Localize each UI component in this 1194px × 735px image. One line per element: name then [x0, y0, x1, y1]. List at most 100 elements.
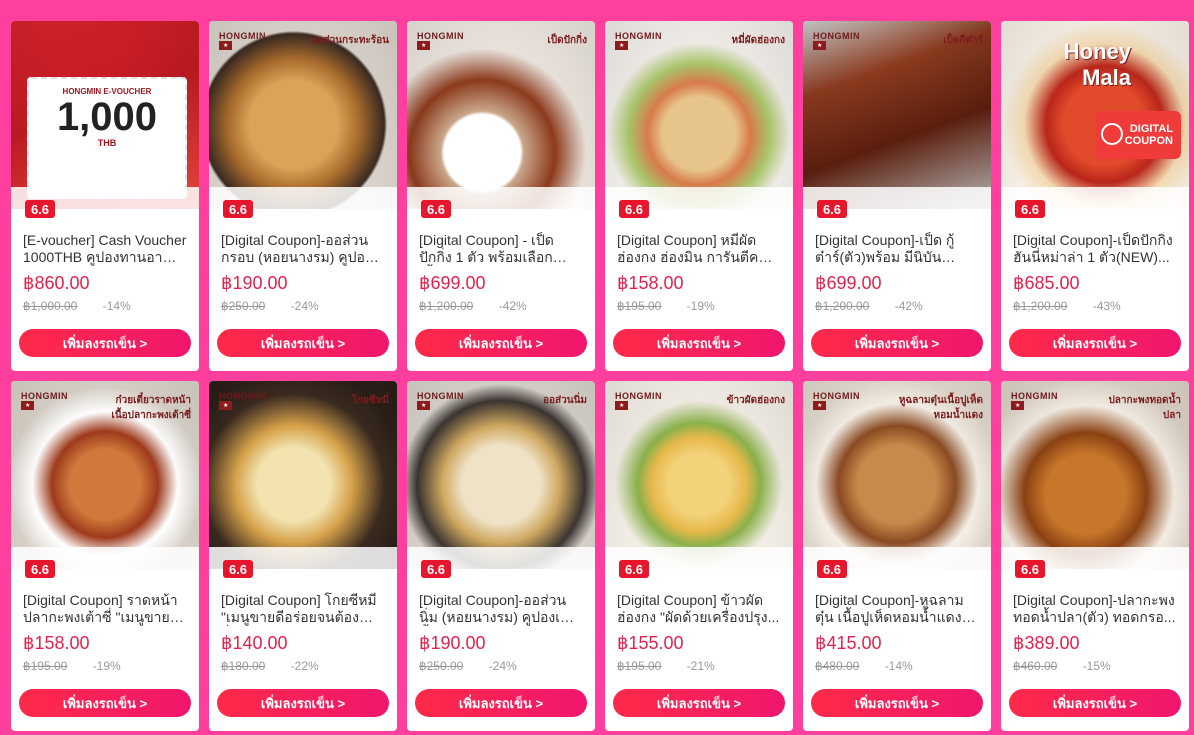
product-price: ฿190.00 [419, 633, 486, 653]
original-price-row: ฿250.00 -24% [221, 298, 385, 314]
image-caption: ออส่วนกระทะร้อน [311, 35, 389, 46]
product-price: ฿685.00 [1013, 273, 1080, 293]
product-price: ฿158.00 [617, 273, 684, 293]
add-to-cart-button[interactable]: เพิ่มลงรถเข็น > [1009, 689, 1181, 717]
product-title[interactable]: [Digital Coupon]-หูฉลามตุ๋น เนื้อปูเห็ดห… [815, 592, 979, 626]
product-card[interactable]: HONGMIN ★ หูฉลามตุ๋นเนื้อปูเห็ดหอมน้ำแดง… [803, 381, 991, 731]
product-image[interactable]: Honey Mala DIGITAL COUPON [1001, 21, 1189, 209]
product-card[interactable]: HONGMIN ★ หมี่ผัดฮ่องกง 6.6 [Digital Cou… [605, 21, 793, 371]
product-image[interactable]: HONGMIN ★ โกยซีหมี่ [209, 381, 397, 569]
product-image[interactable]: HONGMIN E-VOUCHER 1,000 THB [11, 21, 199, 209]
product-card[interactable]: HONGMIN ★ ออส่วนนิ่ม 6.6 [Digital Coupon… [407, 381, 595, 731]
discount-percent: -14% [102, 299, 131, 313]
product-card[interactable]: HONGMIN ★ ออส่วนกระทะร้อน 6.6 [Digital C… [209, 21, 397, 371]
product-image[interactable]: HONGMIN ★ ก๋วยเตี๋ยวราดหน้าเนื้อปลากะพงเ… [11, 381, 199, 569]
promo-badge: 6.6 [223, 200, 253, 218]
discount-percent: -42% [894, 299, 923, 313]
add-to-cart-button[interactable]: เพิ่มลงรถเข็น > [613, 329, 785, 357]
product-card[interactable]: Honey Mala DIGITAL COUPON 6.6 [Digital C… [1001, 21, 1189, 371]
original-price-row: ฿1,200.00 -43% [1013, 298, 1177, 314]
original-price: ฿250.00 [419, 659, 464, 673]
product-title[interactable]: [Digital Coupon] ข้าวผัด ฮ่องกง "ผัดด้วย… [617, 592, 781, 626]
add-to-cart-button[interactable]: เพิ่มลงรถเข็น > [613, 689, 785, 717]
image-caption: ปลากะพงทอดน้ำปลา [1108, 395, 1181, 421]
image-caption: หูฉลามตุ๋นเนื้อปูเห็ดหอมน้ำแดง [898, 395, 983, 421]
original-price-row: ฿1,200.00 -42% [419, 298, 583, 314]
image-caption: โกยซีหมี่ [351, 395, 389, 406]
image-brand: HONGMIN [615, 391, 662, 401]
product-price: ฿699.00 [815, 273, 882, 293]
product-image[interactable]: HONGMIN ★ เป็ดปักกิ่ง [407, 21, 595, 209]
discount-percent: -19% [686, 299, 715, 313]
discount-percent: -42% [498, 299, 527, 313]
product-title[interactable]: [Digital Coupon] ราดหน้า ปลากะพงเต้าซี่ … [23, 592, 187, 626]
product-card[interactable]: HONGMIN ★ ข้าวผัดฮ่องกง 6.6 [Digital Cou… [605, 381, 793, 731]
add-to-cart-button[interactable]: เพิ่มลงรถเข็น > [811, 329, 983, 357]
product-price: ฿190.00 [221, 273, 288, 293]
original-price: ฿1,200.00 [419, 299, 474, 313]
add-to-cart-button[interactable]: เพิ่มลงรถเข็น > [19, 329, 191, 357]
original-price: ฿180.00 [221, 659, 266, 673]
discount-percent: -24% [488, 659, 517, 673]
image-brand: HONGMIN [417, 31, 464, 41]
dc-line1: DIGITAL [1129, 123, 1173, 135]
original-price-row: ฿195.00 -21% [617, 658, 781, 674]
product-image[interactable]: HONGMIN ★ ปลากะพงทอดน้ำปลา [1001, 381, 1189, 569]
product-price: ฿389.00 [1013, 633, 1080, 653]
product-card[interactable]: HONGMIN ★ เป็ดกีต๋าร์ 6.6 [Digital Coupo… [803, 21, 991, 371]
image-brand: HONGMIN [417, 391, 464, 401]
add-to-cart-button[interactable]: เพิ่มลงรถเข็น > [217, 689, 389, 717]
product-image[interactable]: HONGMIN ★ ออส่วนนิ่ม [407, 381, 595, 569]
product-card[interactable]: HONGMIN ★ ปลากะพงทอดน้ำปลา 6.6 [Digital … [1001, 381, 1189, 731]
add-to-cart-button[interactable]: เพิ่มลงรถเข็น > [217, 329, 389, 357]
add-to-cart-button[interactable]: เพิ่มลงรถเข็น > [1009, 329, 1181, 357]
voucher-unit: THB [97, 138, 117, 148]
discount-percent: -24% [290, 299, 319, 313]
promo-badge: 6.6 [619, 200, 649, 218]
product-title[interactable]: [Digital Coupon]-ออส่วนนิ่ม (หอยนางรม) ค… [419, 592, 583, 626]
product-title[interactable]: [Digital Coupon]-เป็ดปักกิ่ง ฮันนี่หม่าล… [1013, 232, 1177, 266]
product-card[interactable]: HONGMIN E-VOUCHER 1,000 THB 6.6 [E-vouch… [11, 21, 199, 371]
promo-badge: 6.6 [817, 560, 847, 578]
product-image[interactable]: HONGMIN ★ เป็ดกีต๋าร์ [803, 21, 991, 209]
product-title[interactable]: [Digital Coupon] - เป็ด ปักกิ่ง 1 ตัว พร… [419, 232, 583, 266]
product-price: ฿158.00 [23, 633, 90, 653]
product-title[interactable]: [Digital Coupon]-ออส่วน กรอบ (หอยนางรม) … [221, 232, 385, 266]
product-price: ฿699.00 [419, 273, 486, 293]
product-card[interactable]: HONGMIN ★ โกยซีหมี่ 6.6 [Digital Coupon]… [209, 381, 397, 731]
product-card[interactable]: HONGMIN ★ ก๋วยเตี๋ยวราดหน้าเนื้อปลากะพงเ… [11, 381, 199, 731]
promo-badge: 6.6 [1015, 560, 1045, 578]
product-price: ฿155.00 [617, 633, 684, 653]
add-to-cart-button[interactable]: เพิ่มลงรถเข็น > [811, 689, 983, 717]
product-card[interactable]: HONGMIN ★ เป็ดปักกิ่ง 6.6 [Digital Coupo… [407, 21, 595, 371]
promo-badge: 6.6 [619, 560, 649, 578]
original-price-row: ฿195.00 -19% [617, 298, 781, 314]
product-title[interactable]: [Digital Coupon] หมี่ผัด ฮ่องกง ฮ่องมิน … [617, 232, 781, 266]
product-title[interactable]: [E-voucher] Cash Voucher 1000THB คูปองทา… [23, 232, 187, 266]
promo-badge: 6.6 [1015, 200, 1045, 218]
add-to-cart-button[interactable]: เพิ่มลงรถเข็น > [415, 689, 587, 717]
recommended-tag: ★ [615, 41, 629, 50]
image-brand: HONGMIN [813, 31, 860, 41]
product-price: ฿860.00 [23, 273, 90, 293]
original-price-row: ฿460.00 -15% [1013, 658, 1177, 674]
promo-badge: 6.6 [25, 200, 55, 218]
add-to-cart-button[interactable]: เพิ่มลงรถเข็น > [415, 329, 587, 357]
recommended-tag: ★ [813, 41, 827, 50]
product-image[interactable]: HONGMIN ★ ข้าวผัดฮ่องกง [605, 381, 793, 569]
add-to-cart-button[interactable]: เพิ่มลงรถเข็น > [19, 689, 191, 717]
product-grid: HONGMIN E-VOUCHER 1,000 THB 6.6 [E-vouch… [11, 21, 1189, 731]
discount-percent: -14% [884, 659, 913, 673]
original-price: ฿195.00 [617, 299, 662, 313]
product-title[interactable]: [Digital Coupon]-ปลากะพง ทอดน้ำปลา(ตัว) … [1013, 592, 1177, 626]
image-caption: Honey Mala [1063, 39, 1131, 90]
product-title[interactable]: [Digital Coupon] โกยซีหมี่ "เมนูขายดีอร่… [221, 592, 385, 626]
product-image[interactable]: HONGMIN ★ หมี่ผัดฮ่องกง [605, 21, 793, 209]
voucher-artwork: HONGMIN E-VOUCHER 1,000 THB [27, 77, 187, 199]
recommended-tag: ★ [1011, 401, 1025, 410]
original-price-row: ฿1,000.00 -14% [23, 298, 187, 314]
product-image[interactable]: HONGMIN ★ หูฉลามตุ๋นเนื้อปูเห็ดหอมน้ำแดง [803, 381, 991, 569]
product-image[interactable]: HONGMIN ★ ออส่วนกระทะร้อน [209, 21, 397, 209]
product-title[interactable]: [Digital Coupon]-เป็ด กู้ต๋าร์(ตัว)พร้อม… [815, 232, 979, 266]
discount-percent: -19% [92, 659, 121, 673]
